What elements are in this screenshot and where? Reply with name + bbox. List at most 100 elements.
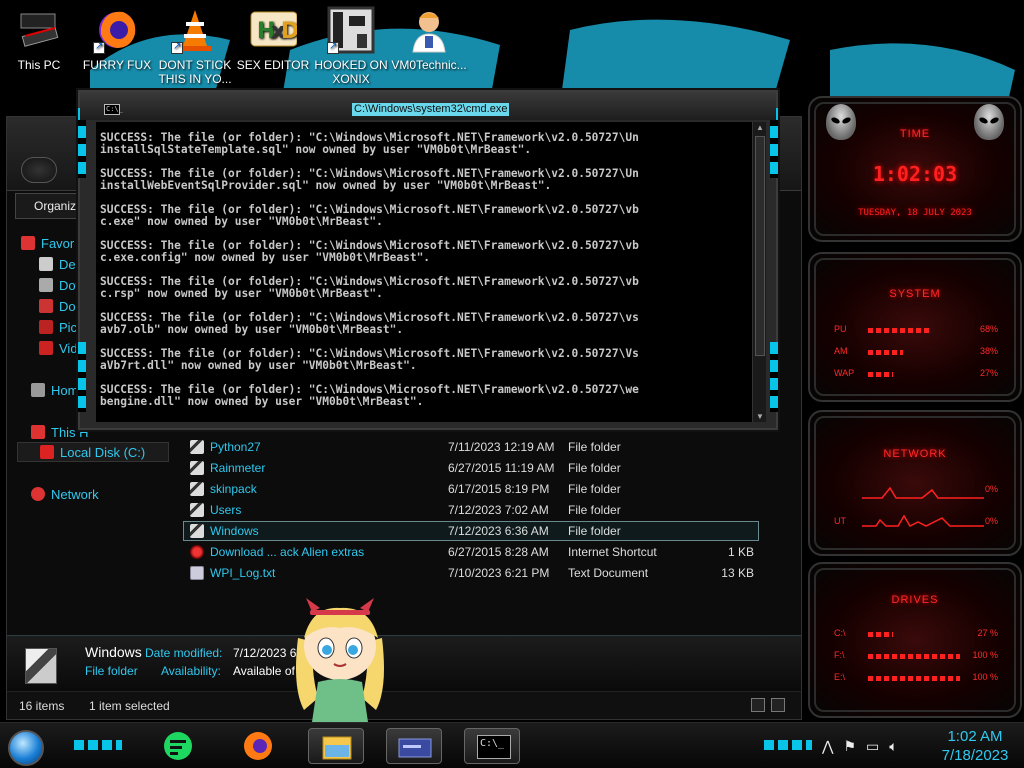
decorative-rail	[770, 342, 778, 412]
system-meter-value: 68%	[979, 324, 998, 334]
system-label: SYSTEM	[889, 288, 941, 300]
details-availability-value: Available of	[233, 664, 295, 678]
homegroup-icon	[31, 383, 45, 397]
taskbar-app-control-panel[interactable]	[386, 728, 442, 764]
desktop-icon-label: DONT STICK THIS IN YO...	[158, 58, 232, 86]
taskbar-app-cmd[interactable]: C:\_	[464, 728, 520, 764]
network-status-icon[interactable]: ▭	[866, 738, 879, 755]
console-line: c.exe" now owned by user "VM0b0t\MrBeast…	[100, 215, 383, 228]
system-meter-label: AM	[834, 346, 848, 356]
file-type: File folder	[568, 461, 621, 475]
console-line: installWebEventSqlProvider.sql" now owne…	[100, 179, 552, 192]
file-size: 1 KB	[727, 545, 754, 559]
desktop-icon-label: FURRY FUX	[82, 58, 152, 72]
system-meter-value: 27%	[979, 368, 998, 378]
file-row[interactable]: Users 7/12/2023 7:02 AM File folder	[183, 500, 759, 520]
nav-item-pictures[interactable]: Pict	[39, 317, 81, 337]
star-icon	[21, 236, 35, 250]
file-date: 6/17/2015 8:19 PM	[448, 482, 550, 496]
desktop-icon-this-pc[interactable]: This PC	[0, 6, 78, 72]
drive-meter-value: 27 %	[977, 628, 998, 638]
desktop-icon-vm0technic[interactable]: VM0Technic...	[390, 6, 468, 72]
time-gadget: TIME 1:02:03 TUESDAY, 18 JULY 2023	[808, 96, 1022, 242]
desktop-icon-furry-fux[interactable]: FURRY FUX	[78, 6, 156, 72]
clock-date: 7/18/2023	[941, 747, 1009, 764]
system-meter-bar	[868, 350, 903, 355]
nav-item-desktop[interactable]: Des	[39, 254, 82, 274]
notes-app-icon	[164, 732, 192, 760]
nav-item-documents[interactable]: Doc	[39, 296, 82, 316]
videos-icon	[39, 341, 53, 355]
desktop-icon-xonix[interactable]: HOOKED ON XONIX	[312, 6, 390, 86]
taskbar-app-file-explorer[interactable]	[308, 728, 364, 764]
xonix-game-icon	[327, 6, 375, 54]
text-file-icon	[190, 566, 204, 580]
cmd-title: C:\Windows\system32\cmd.exe	[352, 103, 510, 116]
cmd-window[interactable]: C:\_ C:\Windows\system32\cmd.exe SUCCESS…	[78, 90, 778, 430]
drive-meter-bar	[868, 632, 893, 637]
details-view-icon[interactable]	[751, 698, 765, 712]
taskbar-clock[interactable]: 1:02 AM 7/18/2023	[930, 727, 1020, 765]
file-row[interactable]: Download ... ack Alien extras 6/27/2015 8…	[183, 542, 759, 562]
nav-item-homegroup[interactable]: Hom	[31, 380, 78, 400]
file-name: Windows	[210, 524, 259, 538]
scroll-down-icon[interactable]: ▼	[756, 412, 764, 421]
drive-meter-label: C:\	[834, 628, 846, 638]
file-name: Download ... ack Alien extras	[210, 545, 365, 559]
system-gadget: SYSTEM PU 68% AM 38% WAP 27%	[808, 252, 1022, 402]
desktop-icon-sex-editor[interactable]: HxD SEX EDITOR	[234, 6, 312, 72]
network-gadget: NETWORK 0% UT 0%	[808, 410, 1022, 556]
console-line: bengine.dll" now owned by user "VM0b0t\M…	[100, 395, 424, 408]
nav-item-network[interactable]: Network	[31, 484, 99, 504]
scroll-up-icon[interactable]: ▲	[756, 123, 764, 132]
back-button[interactable]	[21, 157, 57, 183]
system-tray: ⋀ ⚑ ▭ 🔈︎	[822, 731, 922, 761]
console-output[interactable]: SUCCESS: The file (or folder): "C:\Windo…	[96, 122, 752, 422]
action-center-flag-icon[interactable]: ⚑	[843, 738, 856, 755]
taskbar-app-notes[interactable]	[150, 728, 206, 764]
taskbar-app-firefox[interactable]	[230, 728, 286, 764]
file-row[interactable]: skinpack 6/17/2015 8:19 PM File folder	[183, 479, 759, 499]
gadget-date: TUESDAY, 18 JULY 2023	[858, 208, 972, 218]
drive-meter: C:\ 27 %	[834, 628, 998, 642]
start-button[interactable]	[8, 730, 44, 766]
file-type: Internet Shortcut	[568, 545, 657, 559]
console-line: installSqlStateTemplate.sql" now owned b…	[100, 143, 532, 156]
details-date-modified-label: Date modified:	[145, 646, 223, 660]
details-pane: Windows File folder Date modified: 7/12/…	[7, 635, 801, 691]
desktop-icon	[39, 257, 53, 271]
system-meter: WAP 27%	[834, 368, 998, 382]
network-row-out: UT 0%	[834, 516, 998, 526]
file-name: Users	[210, 503, 242, 517]
system-meter: PU 68%	[834, 324, 998, 338]
clock-time: 1:02 AM	[947, 728, 1003, 745]
file-name: skinpack	[210, 482, 257, 496]
large-icons-view-icon[interactable]	[771, 698, 785, 712]
vlc-cone-icon	[171, 6, 219, 54]
decorative-rail	[764, 740, 812, 750]
details-name: Windows	[85, 644, 142, 660]
file-row[interactable]: Rainmeter 6/27/2015 11:19 AM File folder	[183, 458, 759, 478]
item-count: 16 items	[19, 699, 65, 713]
folder-icon	[190, 503, 204, 517]
console-text: SUCCESS: The file (or folder): "C:\Windo…	[96, 122, 752, 408]
drive-meter-value: 100 %	[972, 672, 998, 682]
folder-thumbnail-icon	[25, 648, 57, 684]
file-name: Python27	[210, 440, 261, 454]
file-name: Rainmeter	[210, 461, 266, 475]
console-line: aVb7rt.dll" now owned by user "VM0b0t\Mr…	[100, 359, 417, 372]
volume-icon[interactable]: 🔈︎	[889, 738, 897, 755]
drive-meter-value: 100 %	[972, 650, 998, 660]
scrollbar-thumb[interactable]	[755, 136, 765, 356]
show-hidden-icons-icon[interactable]: ⋀	[822, 738, 833, 755]
nav-item-local-disk[interactable]: Local Disk (C:)	[17, 442, 169, 462]
vertical-scrollbar[interactable]: ▲ ▼	[752, 122, 766, 422]
nav-item-favorites[interactable]: Favor	[21, 233, 74, 253]
system-meter-value: 38%	[979, 346, 998, 356]
file-row[interactable]: Windows 7/12/2023 6:36 AM File folder	[183, 521, 759, 541]
cmd-title-bar[interactable]: C:\_ C:\Windows\system32\cmd.exe	[80, 92, 776, 120]
desktop-icon-vlc[interactable]: DONT STICK THIS IN YO...	[156, 6, 234, 86]
file-row[interactable]: WPI_Log.txt 7/10/2023 6:21 PM Text Documen…	[183, 563, 759, 583]
file-row[interactable]: Python27 7/11/2023 12:19 AM File folder	[183, 437, 759, 457]
file-date: 7/12/2023 7:02 AM	[448, 503, 549, 517]
